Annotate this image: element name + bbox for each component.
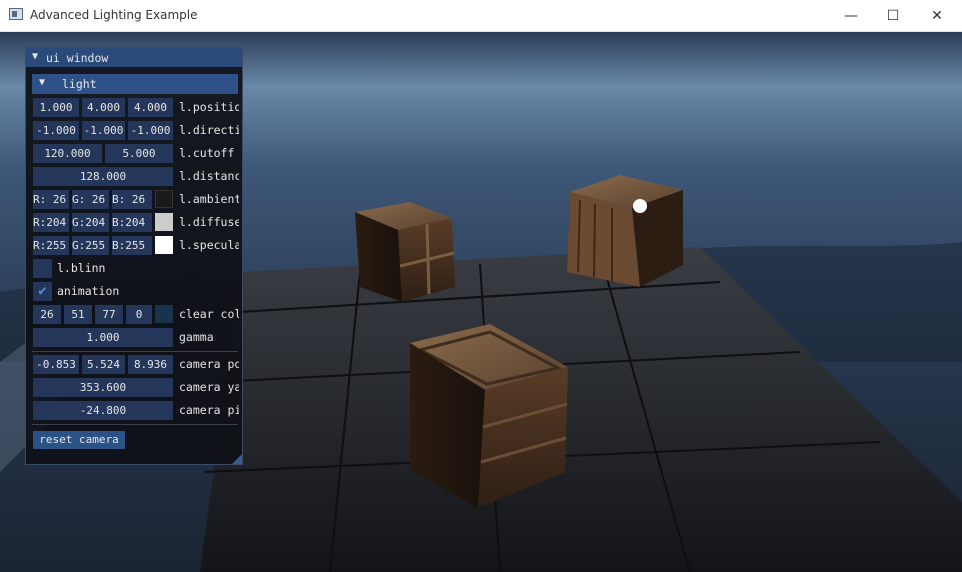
specular-color-swatch[interactable] xyxy=(155,236,173,254)
ui-window-panel[interactable]: ▼ ui window ▼ light 1.000 4.000 4.000 l.… xyxy=(25,47,243,465)
animation-label: animation xyxy=(57,284,120,298)
camera-pos-z[interactable]: 8.936 xyxy=(128,355,173,374)
specular-g[interactable]: G:255 xyxy=(72,236,109,255)
separator xyxy=(32,351,238,352)
light-position-x[interactable]: 1.000 xyxy=(33,98,79,117)
camera-pos-x[interactable]: -0.853 xyxy=(33,355,79,374)
light-direction-x[interactable]: -1.000 xyxy=(33,121,79,140)
specular-r[interactable]: R:255 xyxy=(33,236,69,255)
specular-label: l.specular xyxy=(179,238,239,252)
ambient-label: l.ambient xyxy=(179,192,239,206)
ui-window-title: ui window xyxy=(46,51,109,65)
light-direction-label: l.direction xyxy=(179,123,239,137)
light-source-marker xyxy=(633,199,647,213)
camera-pos-label: camera pos xyxy=(179,357,239,371)
light-position-z[interactable]: 4.000 xyxy=(128,98,173,117)
diffuse-r[interactable]: R:204 xyxy=(33,213,69,232)
app-icon xyxy=(9,8,23,20)
ambient-r[interactable]: R: 26 xyxy=(33,190,69,209)
light-header-label: light xyxy=(62,77,97,91)
ambient-b[interactable]: B: 26 xyxy=(112,190,152,209)
diffuse-label: l.diffuse xyxy=(179,215,239,229)
minimize-button[interactable]: — xyxy=(828,0,874,31)
blinn-checkbox[interactable] xyxy=(33,259,52,278)
ambient-g[interactable]: G: 26 xyxy=(72,190,109,209)
crate-right xyxy=(567,175,683,287)
collapse-triangle-icon[interactable]: ▼ xyxy=(32,51,38,62)
crate-left xyxy=(355,202,455,302)
light-distance-slider[interactable]: 128.000 xyxy=(33,167,173,186)
light-position-y[interactable]: 4.000 xyxy=(82,98,125,117)
ui-window-titlebar[interactable]: ▼ ui window xyxy=(26,48,242,67)
resize-grip-icon[interactable] xyxy=(232,454,242,464)
clear-color-label: clear color xyxy=(179,307,239,321)
camera-pos-y[interactable]: 5.524 xyxy=(82,355,125,374)
animation-checkbox[interactable]: ✔ xyxy=(33,282,52,301)
light-position-label: l.position xyxy=(179,100,239,114)
diffuse-b[interactable]: B:204 xyxy=(112,213,152,232)
separator-2 xyxy=(32,424,238,425)
ambient-color-swatch[interactable] xyxy=(155,190,173,208)
light-cutoff-label: l.cutoff xyxy=(179,146,235,160)
light-cutoff-inner[interactable]: 120.000 xyxy=(33,144,102,163)
clear-color-r[interactable]: 26 xyxy=(33,305,61,324)
camera-yaw-label: camera yaw xyxy=(179,380,239,394)
reset-camera-button[interactable]: reset camera xyxy=(33,431,125,449)
expand-triangle-icon: ▼ xyxy=(39,77,46,88)
diffuse-g[interactable]: G:204 xyxy=(72,213,109,232)
blinn-label: l.blinn xyxy=(57,261,106,275)
light-distance-label: l.distance xyxy=(179,169,239,183)
clear-color-a[interactable]: 0 xyxy=(126,305,152,324)
maximize-button[interactable]: ☐ xyxy=(870,0,916,31)
window-title: Advanced Lighting Example xyxy=(30,8,198,22)
camera-pitch-label: camera pitch xyxy=(179,403,239,417)
camera-yaw-slider[interactable]: 353.600 xyxy=(33,378,173,397)
specular-b[interactable]: B:255 xyxy=(112,236,152,255)
gamma-slider[interactable]: 1.000 xyxy=(33,328,173,347)
close-button[interactable]: ✕ xyxy=(914,0,960,31)
clear-color-g[interactable]: 51 xyxy=(64,305,92,324)
camera-pitch-slider[interactable]: -24.800 xyxy=(33,401,173,420)
light-direction-z[interactable]: -1.000 xyxy=(128,121,173,140)
diffuse-color-swatch[interactable] xyxy=(155,213,173,231)
light-direction-y[interactable]: -1.000 xyxy=(82,121,125,140)
gamma-label: gamma xyxy=(179,330,214,344)
clear-color-swatch[interactable] xyxy=(155,305,173,323)
light-section-header[interactable]: ▼ light xyxy=(32,74,238,94)
clear-color-b[interactable]: 77 xyxy=(95,305,123,324)
title-bar: Advanced Lighting Example — ☐ ✕ xyxy=(0,0,962,32)
light-cutoff-outer[interactable]: 5.000 xyxy=(105,144,173,163)
